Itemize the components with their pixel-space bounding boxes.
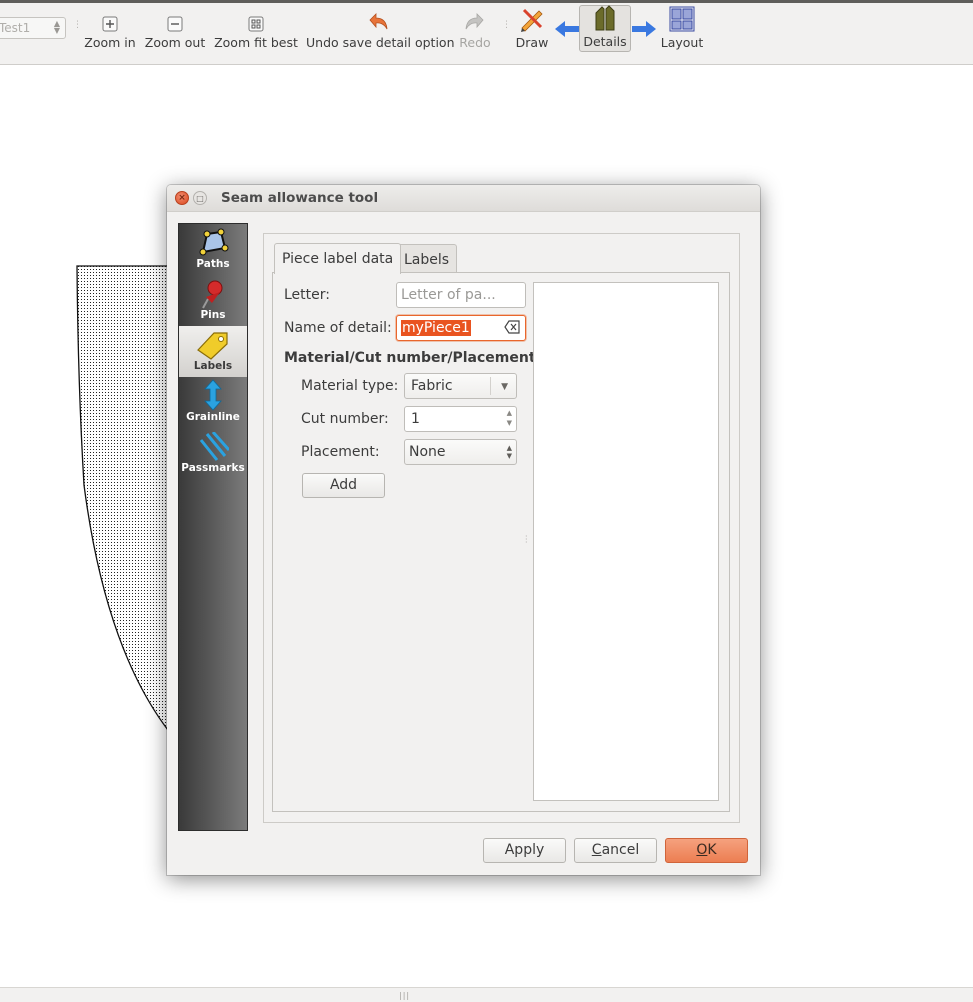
name-of-detail-field[interactable]: myPiece1 xyxy=(396,315,526,341)
tab-piece-label-data[interactable]: Piece label data xyxy=(274,243,402,274)
updown-arrows-icon: ▲ ▼ xyxy=(506,444,512,460)
name-of-detail-label: Name of detail: xyxy=(284,320,392,336)
material-type-dropdown[interactable]: Fabric ▼ xyxy=(404,373,517,399)
layout-mode-button[interactable]: Layout xyxy=(658,6,706,53)
cancel-button[interactable]: Cancel xyxy=(574,838,657,863)
seam-allowance-dialog: × □ Seam allowance tool Paths Pins Label… xyxy=(167,185,760,875)
draw-mode-button[interactable]: Draw xyxy=(512,7,552,53)
ok-button-label: K xyxy=(707,842,717,858)
ok-mnemonic: O xyxy=(696,842,708,858)
cut-number-spinbox[interactable]: 1 ▲ ▼ xyxy=(404,406,517,432)
passmarks-icon xyxy=(199,432,229,461)
draw-pencil-icon xyxy=(521,8,543,32)
zoom-in-icon xyxy=(102,16,118,32)
redo-icon xyxy=(465,13,484,30)
clear-text-icon[interactable] xyxy=(504,320,520,334)
undo-icon xyxy=(369,13,388,30)
tab-piece-label-data-label: Piece label data xyxy=(282,251,394,267)
ok-button[interactable]: OK xyxy=(665,838,748,863)
zoom-out-icon xyxy=(167,16,183,32)
details-mode-button[interactable]: Details xyxy=(579,5,631,52)
undo-label: Undo save detail option xyxy=(306,35,455,50)
maximize-window-icon[interactable]: □ xyxy=(193,191,207,205)
cancel-mnemonic: C xyxy=(591,842,602,858)
material-section-title: Material/Cut number/Placement xyxy=(284,350,536,366)
sidebar-item-grainline[interactable]: Grainline xyxy=(179,377,247,428)
details-mode-label: Details xyxy=(583,34,627,49)
add-button[interactable]: Add xyxy=(302,473,385,498)
tab-labels[interactable]: Labels xyxy=(396,244,458,273)
sidebar-item-labels[interactable]: Labels xyxy=(179,326,247,377)
placement-value: None xyxy=(409,444,446,460)
add-button-label: Add xyxy=(329,477,358,493)
pattern-piece-combo[interactable]: Test1 ▲ ▼ xyxy=(0,17,66,39)
zoom-out-label: Zoom out xyxy=(144,35,206,50)
cut-number-value: 1 xyxy=(411,411,420,427)
paths-icon xyxy=(199,228,229,256)
zoom-fit-best-button[interactable]: Zoom fit best xyxy=(214,7,298,53)
placement-combo[interactable]: None ▲ ▼ xyxy=(404,439,517,465)
toolbar-grip-handle[interactable]: ⋮ xyxy=(73,21,82,30)
toolbar-grip-handle-2[interactable]: ⋮ xyxy=(502,21,511,30)
undo-button[interactable]: Undo save detail option xyxy=(306,7,455,53)
placement-label: Placement: xyxy=(301,444,380,460)
dialog-titlebar[interactable]: × □ Seam allowance tool xyxy=(167,185,760,212)
details-icon xyxy=(595,5,615,31)
main-toolbar: Test1 ▲ ▼ ⋮ Zoom in Zoom out Zoom fit bes… xyxy=(0,0,973,65)
letter-field[interactable]: Letter of pa... xyxy=(396,282,526,308)
dock-resize-handle[interactable]: ||| xyxy=(399,991,410,1000)
material-list[interactable] xyxy=(533,282,719,801)
sidebar-item-passmarks[interactable]: Passmarks xyxy=(179,428,247,479)
draw-mode-label: Draw xyxy=(515,35,549,50)
zoom-fit-best-icon xyxy=(248,16,264,32)
sidebar-item-passmarks-label: Passmarks xyxy=(181,462,245,474)
arrow-left-icon xyxy=(555,21,579,37)
bottom-dock-strip: ||| xyxy=(0,987,973,1002)
layout-mode-label: Layout xyxy=(660,35,704,50)
sidebar-item-pins[interactable]: Pins xyxy=(179,275,247,326)
dialog-title: Seam allowance tool xyxy=(221,190,379,206)
sidebar-item-paths-label: Paths xyxy=(196,258,230,270)
material-type-value: Fabric xyxy=(411,378,453,394)
sidebar-item-labels-label: Labels xyxy=(193,360,233,372)
combo-spin-arrows-icon: ▲ ▼ xyxy=(53,19,60,35)
pattern-piece-combo-value: Test1 xyxy=(0,21,31,35)
sidebar-item-paths[interactable]: Paths xyxy=(179,224,247,275)
spin-arrows-icon[interactable]: ▲ ▼ xyxy=(507,408,512,428)
tab-labels-label: Labels xyxy=(404,252,450,268)
dialog-sidebar: Paths Pins Labels Grainline Passmarks xyxy=(178,223,248,831)
name-of-detail-value: myPiece1 xyxy=(401,320,471,336)
sidebar-item-grainline-label: Grainline xyxy=(186,411,240,423)
apply-button-label: Apply xyxy=(504,842,545,858)
arrow-right-icon xyxy=(632,21,656,37)
redo-button[interactable]: Redo xyxy=(455,7,495,53)
grainline-arrow-icon xyxy=(204,379,222,411)
pin-icon xyxy=(202,280,223,309)
layout-icon xyxy=(669,6,695,32)
letter-label: Letter: xyxy=(284,287,330,303)
material-type-label: Material type: xyxy=(301,378,399,394)
cancel-button-label: ancel xyxy=(601,842,640,858)
cut-number-label: Cut number: xyxy=(301,411,389,427)
apply-button[interactable]: Apply xyxy=(483,838,566,863)
label-tag-icon xyxy=(197,332,228,360)
zoom-in-button[interactable]: Zoom in xyxy=(84,7,136,53)
letter-field-placeholder: Letter of pa... xyxy=(401,287,496,303)
close-window-icon[interactable]: × xyxy=(175,191,189,205)
zoom-in-label: Zoom in xyxy=(84,35,136,50)
splitter-handle[interactable]: · · · xyxy=(525,533,528,547)
chevron-down-icon: ▼ xyxy=(501,382,508,392)
redo-label: Redo xyxy=(459,35,491,50)
sidebar-item-pins-label: Pins xyxy=(200,309,226,321)
zoom-out-button[interactable]: Zoom out xyxy=(144,7,206,53)
zoom-fit-best-label: Zoom fit best xyxy=(214,35,298,50)
